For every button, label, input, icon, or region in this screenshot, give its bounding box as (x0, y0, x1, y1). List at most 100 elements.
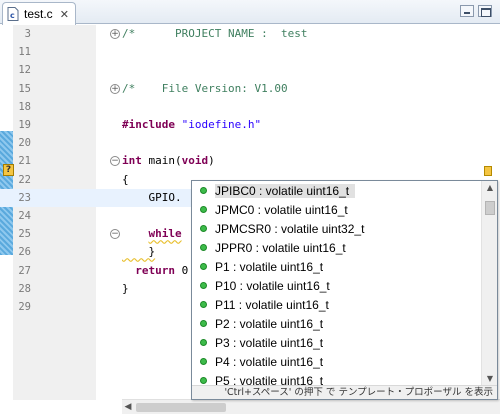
field-icon (200, 282, 207, 289)
code-token: int (122, 154, 142, 168)
proposal-label: JPMC0 : volatile uint16_t (215, 202, 348, 217)
code-token: return (135, 263, 175, 277)
tab-label: test.c (24, 7, 53, 21)
svg-text:c: c (10, 11, 15, 20)
field-icon (200, 339, 207, 346)
proposal-item[interactable]: JPPR0 : volatile uint16_t (192, 238, 482, 257)
proposal-item[interactable]: P11 : volatile uint16_t (192, 295, 482, 314)
field-icon (200, 206, 207, 213)
code-text: /* PROJECT NAME : test (122, 25, 307, 43)
proposal-scroll-thumb[interactable] (485, 201, 495, 215)
line-number: 29 (18, 301, 31, 313)
proposal-item[interactable]: P5 : volatile uint16_t (192, 371, 482, 386)
proposal-item[interactable]: JPMC0 : volatile uint16_t (192, 200, 482, 219)
code-line[interactable]: 18 (0, 98, 484, 116)
code-token: } (122, 281, 129, 295)
proposal-label: JPMCSR0 : volatile uint32_t (215, 221, 365, 236)
proposal-label: P4 : volatile uint16_t (215, 354, 324, 369)
code-line[interactable]: 11 (0, 43, 484, 61)
code-text: } (122, 243, 155, 261)
line-number: 19 (18, 119, 31, 131)
code-text: #include "iodefine.h" (122, 116, 261, 134)
line-number: 18 (18, 100, 31, 113)
code-line[interactable]: 21 − int main(void) (0, 152, 484, 170)
code-token: ) (208, 154, 215, 168)
scroll-down-icon[interactable]: ▼ (485, 374, 495, 384)
proposal-label: P1 : volatile uint16_t (215, 259, 324, 274)
code-token: while (148, 227, 182, 241)
field-icon (200, 320, 207, 327)
proposal-list[interactable]: JPIBC0 : volatile uint16_t JPMC0 : volati… (192, 181, 482, 386)
line-number: 11 (18, 46, 31, 59)
code-text: /* File Version: V1.00 (122, 80, 288, 98)
code-line[interactable]: 3 +/* PROJECT NAME : test (0, 25, 484, 43)
horizontal-scroll-thumb[interactable] (136, 403, 226, 412)
line-number: 24 (18, 210, 31, 222)
line-number: 21 (18, 155, 31, 168)
code-text: return 0 (122, 262, 188, 280)
line-number: 27 (18, 264, 31, 277)
line-number: 12 (18, 64, 31, 77)
scroll-up-icon[interactable]: ▲ (485, 183, 495, 193)
code-token: 0 (175, 263, 189, 277)
code-line[interactable]: 20 (0, 134, 484, 152)
proposal-label: P2 : volatile uint16_t (215, 316, 324, 331)
code-token: /* (122, 27, 136, 40)
field-icon (200, 244, 207, 251)
code-token: void (181, 154, 209, 168)
expand-fold-icon[interactable]: + (110, 83, 120, 94)
line-number: 25 (18, 228, 31, 241)
code-text: while (122, 225, 182, 243)
proposal-item[interactable]: P3 : volatile uint16_t (192, 333, 482, 352)
content-assist-popup: JPIBC0 : volatile uint16_t JPMC0 : volati… (191, 180, 498, 400)
code-line[interactable]: 19 #include "iodefine.h" (0, 116, 484, 134)
code-text: GPIO. (122, 189, 181, 207)
expand-fold-icon[interactable]: + (110, 29, 120, 39)
code-text: { (122, 171, 129, 189)
field-icon (200, 263, 207, 270)
code-token: "iodefine.h" (181, 118, 262, 131)
line-number: 22 (18, 173, 31, 186)
proposal-label: P11 : volatile uint16_t (215, 297, 329, 312)
code-text: int main(void) (122, 152, 215, 170)
proposal-scrollbar[interactable]: ▲ ▼ (481, 181, 497, 386)
horizontal-scrollbar[interactable]: ◀ (122, 399, 500, 414)
line-number: 3 (24, 28, 31, 40)
proposal-label: P3 : volatile uint16_t (215, 335, 324, 350)
collapse-fold-icon[interactable]: − (110, 156, 120, 167)
field-icon (200, 187, 207, 194)
line-number: 28 (18, 282, 31, 295)
tab-test-c[interactable]: c test.c ✕ (2, 2, 76, 25)
c-file-icon: c (7, 7, 19, 21)
field-icon (200, 225, 207, 232)
code-token: #include (122, 118, 182, 131)
field-icon (200, 377, 207, 384)
proposal-item[interactable]: P4 : volatile uint16_t (192, 352, 482, 371)
minimize-icon[interactable] (460, 5, 474, 17)
code-line[interactable]: 15 +/* File Version: V1.00 (0, 80, 484, 98)
scroll-left-icon[interactable]: ◀ (122, 402, 134, 413)
code-token: main( (141, 154, 182, 168)
close-icon[interactable]: ✕ (60, 9, 69, 20)
code-token: { (122, 172, 129, 186)
warning-overview-icon[interactable] (484, 166, 492, 176)
field-icon (200, 358, 207, 365)
collapse-fold-icon[interactable]: − (110, 229, 120, 240)
proposal-item[interactable]: JPIBC0 : volatile uint16_t (192, 181, 482, 200)
code-text: } (122, 280, 129, 298)
line-number: 20 (18, 137, 31, 150)
assist-status-footer: 'Ctrl+スペース' の押下 で テンプレート・プロポーザル を表示 (192, 385, 497, 399)
code-line[interactable]: 12 (0, 61, 484, 79)
proposal-item[interactable]: P10 : volatile uint16_t (192, 276, 482, 295)
proposal-item[interactable]: P1 : volatile uint16_t (192, 257, 482, 276)
field-icon (200, 301, 207, 308)
line-number: 15 (18, 82, 31, 95)
proposal-item[interactable]: JPMCSR0 : volatile uint32_t (192, 219, 482, 238)
proposal-item[interactable]: P2 : volatile uint16_t (192, 314, 482, 333)
proposal-label: P10 : volatile uint16_t (215, 278, 330, 293)
maximize-icon[interactable] (478, 5, 492, 17)
proposal-label: JPIBC0 : volatile uint16_t (215, 183, 356, 198)
line-number: 23 (18, 191, 31, 204)
